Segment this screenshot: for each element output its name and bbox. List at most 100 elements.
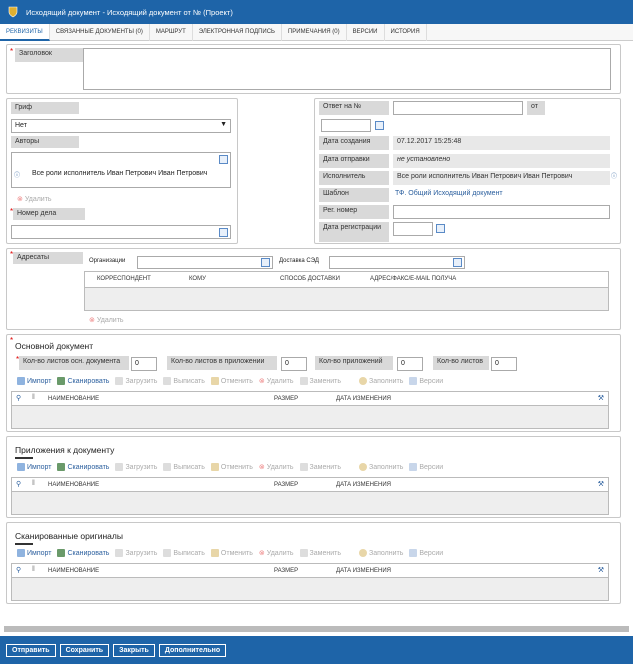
- delete-file-button[interactable]: ⊗ Удалить: [258, 463, 294, 472]
- tab-history[interactable]: История: [385, 24, 427, 41]
- import-button[interactable]: Импорт: [17, 463, 51, 471]
- scan-button[interactable]: Сканировать: [57, 549, 109, 557]
- checkout-button[interactable]: Выписать: [163, 377, 205, 385]
- template-link[interactable]: ТФ. Общий Исходящий документ: [395, 190, 503, 197]
- fill-button[interactable]: Заполнить: [359, 549, 403, 557]
- attachment-icon: ‖: [32, 394, 35, 401]
- import-icon: [17, 549, 25, 557]
- header-input[interactable]: [83, 48, 611, 90]
- cancel-button[interactable]: Отменить: [210, 549, 253, 557]
- upload-label: Загрузить: [125, 463, 158, 471]
- delete-file-button[interactable]: ⊗ Удалить: [259, 549, 294, 558]
- delete-author-label: Удалить: [24, 196, 52, 203]
- authors-list[interactable]: ⓘ Все роли исполнитель Иван Петрович Ива…: [11, 152, 231, 188]
- scan-button[interactable]: Сканировать: [57, 377, 109, 385]
- delete-file-label: Удалить: [266, 377, 294, 385]
- replace-label: Заменить: [309, 549, 341, 557]
- org-input[interactable]: [137, 256, 273, 269]
- grif-select[interactable]: Нет ▼: [11, 119, 231, 133]
- more-button[interactable]: Дополнительно: [158, 643, 227, 657]
- settings-icon[interactable]: ⚒: [598, 394, 604, 402]
- import-button[interactable]: Импорт: [17, 377, 51, 385]
- sheets-main-input[interactable]: 0: [131, 357, 157, 371]
- addressees-label: Адресаты: [13, 252, 83, 264]
- sheets-attach-input[interactable]: 0: [281, 357, 307, 371]
- replace-button[interactable]: Заменить: [299, 463, 341, 471]
- tab-requisites[interactable]: Реквизиты: [0, 24, 50, 41]
- checkout-icon: [163, 377, 172, 385]
- required-marker: *: [10, 336, 14, 345]
- versions-icon: [409, 463, 418, 471]
- cancel-button[interactable]: Отменить: [210, 463, 253, 471]
- scan-button[interactable]: Сканировать: [57, 463, 109, 471]
- versions-button[interactable]: Версии: [409, 463, 443, 471]
- upload-label: Загрузить: [125, 377, 158, 385]
- column-header: Способ доставки: [280, 276, 340, 282]
- tab-versions[interactable]: Версии: [347, 24, 385, 41]
- reg-number-input[interactable]: [393, 205, 610, 219]
- reg-date-label: Дата регистрации: [319, 222, 389, 242]
- close-button[interactable]: Закрыть: [113, 643, 155, 657]
- upload-button[interactable]: Загрузить: [115, 463, 157, 471]
- versions-icon: [409, 549, 418, 557]
- import-icon: [17, 463, 25, 471]
- upload-button[interactable]: Загрузить: [115, 549, 157, 557]
- fill-button[interactable]: Заполнить: [359, 463, 403, 471]
- delete-author-button[interactable]: ⊗ Удалить: [17, 195, 52, 203]
- reg-number-label: Рег. номер: [319, 205, 389, 219]
- scans-table: ⚲ ‖ Наименование Размер Дата изменения ⚒: [11, 563, 609, 601]
- select-sed-icon[interactable]: [453, 258, 462, 267]
- select-org-icon[interactable]: [261, 258, 270, 267]
- executor-label: Исполнитель: [319, 171, 389, 185]
- versions-label: Версии: [419, 377, 444, 385]
- replace-label: Заменить: [309, 377, 341, 385]
- reg-date-input[interactable]: [393, 222, 433, 236]
- from-label: от: [527, 101, 545, 115]
- coat-of-arms-icon: [6, 5, 20, 19]
- sed-label: Доставка СЭД: [279, 258, 319, 264]
- calendar-icon[interactable]: [436, 224, 445, 233]
- tab-route[interactable]: Маршрут: [150, 24, 193, 41]
- column-date: Дата изменения: [336, 396, 391, 402]
- delete-file-button[interactable]: ⊗ Удалить: [259, 377, 294, 386]
- header-label: Заголовок: [15, 48, 85, 62]
- versions-button[interactable]: Версии: [409, 377, 443, 385]
- executor-value: Все роли исполнитель Иван Петрович Иван …: [393, 171, 610, 185]
- versions-button[interactable]: Версии: [409, 549, 443, 557]
- addressees-table: Корреспондент Кому Способ доставки Адрес…: [84, 271, 609, 311]
- authors-label: Авторы: [11, 136, 79, 148]
- sed-input[interactable]: [329, 256, 465, 269]
- column-date: Дата изменения: [336, 482, 391, 488]
- add-author-icon[interactable]: [219, 155, 228, 164]
- checkout-button[interactable]: Выписать: [163, 463, 205, 471]
- calendar-icon[interactable]: [375, 121, 384, 130]
- replace-button[interactable]: Заменить: [299, 549, 341, 557]
- reply-date-input[interactable]: [321, 119, 371, 132]
- send-button[interactable]: Отправить: [6, 643, 56, 657]
- sheets-main-label: Кол-во листов осн. документа: [19, 356, 129, 370]
- settings-icon[interactable]: ⚒: [598, 480, 604, 488]
- horizontal-scrollbar[interactable]: [4, 626, 629, 632]
- upload-button[interactable]: Загрузить: [115, 377, 157, 385]
- column-header: Корреспондент: [97, 276, 151, 282]
- cancel-button[interactable]: Отменить: [210, 377, 253, 385]
- upload-icon: [115, 463, 124, 471]
- tab-notes[interactable]: Примечания (0): [282, 24, 347, 41]
- save-button[interactable]: Сохранить: [59, 643, 110, 657]
- key-icon: ⚲: [16, 395, 22, 402]
- import-label: Импорт: [27, 463, 52, 471]
- fill-button[interactable]: Заполнить: [359, 377, 403, 385]
- case-input[interactable]: [11, 225, 231, 239]
- settings-icon[interactable]: ⚒: [598, 566, 604, 574]
- sheets-input[interactable]: 0: [491, 357, 517, 371]
- tab-signature[interactable]: Электронная подпись: [193, 24, 282, 41]
- checkout-button[interactable]: Выписать: [163, 549, 205, 557]
- tab-related-documents[interactable]: Связанные документы (0): [50, 24, 150, 41]
- import-button[interactable]: Импорт: [17, 549, 51, 557]
- reply-input[interactable]: [393, 101, 523, 115]
- replace-button[interactable]: Заменить: [299, 377, 341, 385]
- attach-count-input[interactable]: 0: [397, 357, 423, 371]
- delete-addressee-button[interactable]: ⊗ Удалить: [89, 316, 124, 324]
- select-case-icon[interactable]: [219, 228, 228, 237]
- delete-icon: ⊗: [258, 464, 265, 471]
